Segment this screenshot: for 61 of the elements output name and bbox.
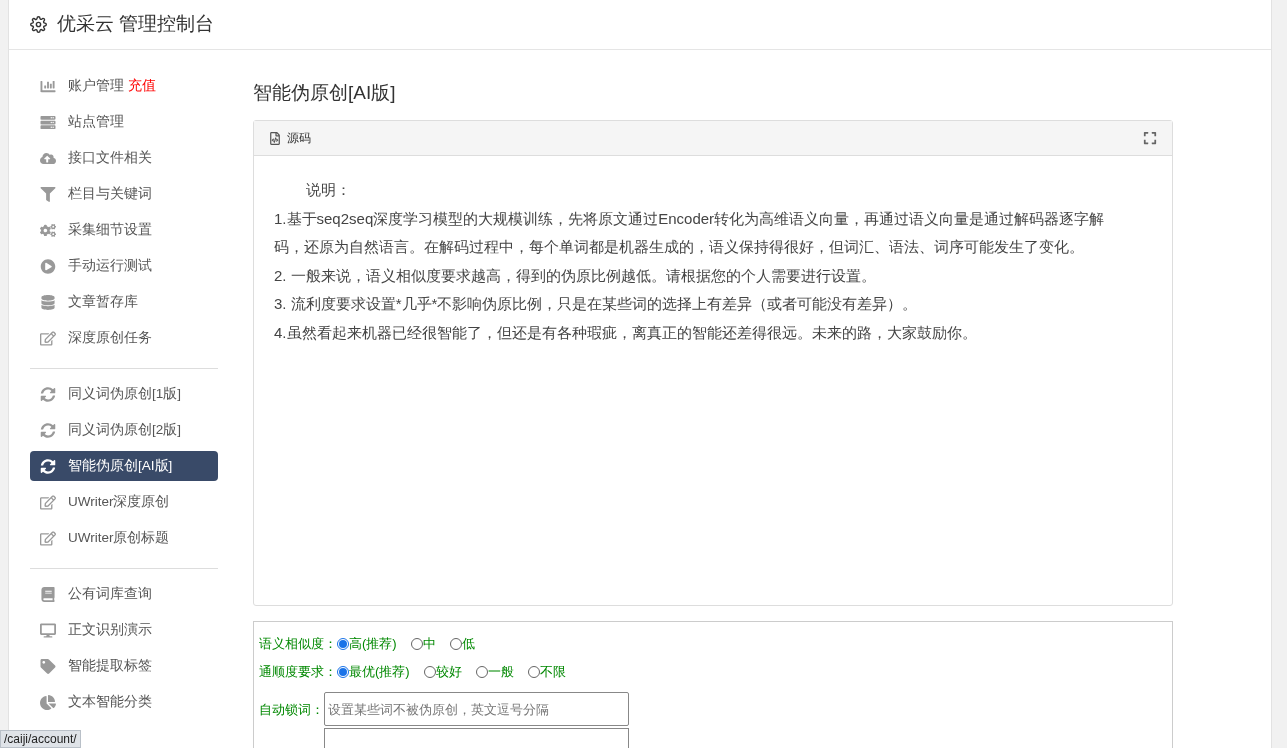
description-paragraph: 4.虽然看起来机器已经很智能了，但还是有各种瑕疵，离真正的智能还差得很远。未来的路，大家鼓励你。 <box>274 322 978 343</box>
settings-icon <box>30 16 47 33</box>
edit-icon <box>40 494 56 510</box>
database-icon <box>40 294 56 310</box>
app-title: 优采云 管理控制台 <box>57 12 215 37</box>
source-code-icon[interactable] <box>269 131 281 145</box>
option-label: 语义相似度： <box>259 635 337 654</box>
radio-option[interactable]: 低 <box>449 634 475 654</box>
monitor-icon <box>40 622 56 638</box>
status-url: /caiji/account/ <box>0 730 81 748</box>
radio-option[interactable]: 较好 <box>423 662 462 682</box>
sidebar-item[interactable]: 接口文件相关 <box>30 143 218 173</box>
description-paragraph: 2. 一般来说，语义相似度要求越高，得到的伪原比例越低。请根据您的个人需要进行设置。 <box>274 265 877 286</box>
radio-option[interactable]: 最优(推荐) <box>337 662 410 682</box>
server-icon <box>40 114 56 130</box>
radio-button[interactable] <box>337 666 349 678</box>
sidebar-item[interactable]: 采集细节设置 <box>30 215 218 245</box>
radio-option[interactable]: 中 <box>410 634 436 654</box>
sidebar-item[interactable]: 文本智能分类 <box>30 687 218 717</box>
radio-option[interactable]: 高(推荐) <box>337 634 397 654</box>
gears-icon <box>40 222 56 238</box>
option-label: 通顺度要求： <box>259 663 337 682</box>
sidebar-item[interactable]: 文章暂存库 <box>30 287 218 317</box>
sidebar-item[interactable]: 公有词库查询 <box>30 579 218 609</box>
cloud-upload-icon <box>40 150 56 166</box>
radio-option[interactable]: 一般 <box>475 662 514 682</box>
sidebar-item[interactable]: 智能提取标签 <box>30 651 218 681</box>
radio-button[interactable] <box>337 638 349 650</box>
refresh-icon <box>40 422 56 438</box>
sidebar-item[interactable]: 同义词伪原创[2版] <box>30 415 218 445</box>
sidebar-item[interactable]: 正文识别演示 <box>30 615 218 645</box>
description-paragraph: 1.基于seq2seq深度学习模型的大规模训练，先将原文通过Encoder转化为高维语义向量，再通过语义向量是通过解码器逐字解码，还原为自然语言。在解码过程中，每个单词都是机器生成的，语义保持得很好，但词汇、语法、词序可能发生了变化。 <box>274 208 1106 257</box>
description-paragraph: 3. 流利度要求设置*几乎*不影响伪原比例，只是在某些词的选择上有差异（或者可能没有差异）。 <box>274 294 919 314</box>
refresh-icon <box>40 386 56 402</box>
sidebar-item[interactable]: 账户管理 充值 <box>30 71 218 101</box>
field-label: 自动锁词： <box>259 701 324 719</box>
sidebar-item[interactable]: UWriter原创标题 <box>30 523 218 553</box>
description-paragraph: 说明： <box>305 180 352 200</box>
sidebar-item[interactable]: 智能伪原创[AI版] <box>30 451 218 481</box>
source-button[interactable]: 源码 <box>287 129 311 147</box>
filter-icon <box>40 186 56 202</box>
sidebar-item[interactable]: 手动运行测试 <box>30 251 218 281</box>
refresh-icon <box>40 458 56 474</box>
edit-icon <box>40 530 56 546</box>
lock-words-field[interactable]: 设置某些词不被伪原创，英文逗号分隔 <box>324 692 629 726</box>
sidebar-item[interactable]: 站点管理 <box>30 107 218 137</box>
bar-chart-icon <box>40 78 56 94</box>
radio-option[interactable]: 不限 <box>527 662 566 682</box>
pie-chart-icon <box>40 694 56 710</box>
sidebar-item[interactable]: 同义词伪原创[1版] <box>30 379 218 409</box>
recharge-link[interactable]: 充值 <box>128 75 156 97</box>
text-area[interactable] <box>324 728 629 748</box>
sidebar-item[interactable]: 深度原创任务 <box>30 323 218 353</box>
edit-icon <box>40 330 56 346</box>
tag-icon <box>40 658 56 674</box>
play-icon <box>40 258 56 274</box>
book-icon <box>40 586 56 602</box>
sidebar-item[interactable]: 栏目与关键词 <box>30 179 218 209</box>
page-title: 智能伪原创[AI版] <box>253 81 396 105</box>
fullscreen-icon[interactable] <box>1143 131 1157 145</box>
sidebar-item[interactable]: UWriter深度原创 <box>30 487 218 517</box>
